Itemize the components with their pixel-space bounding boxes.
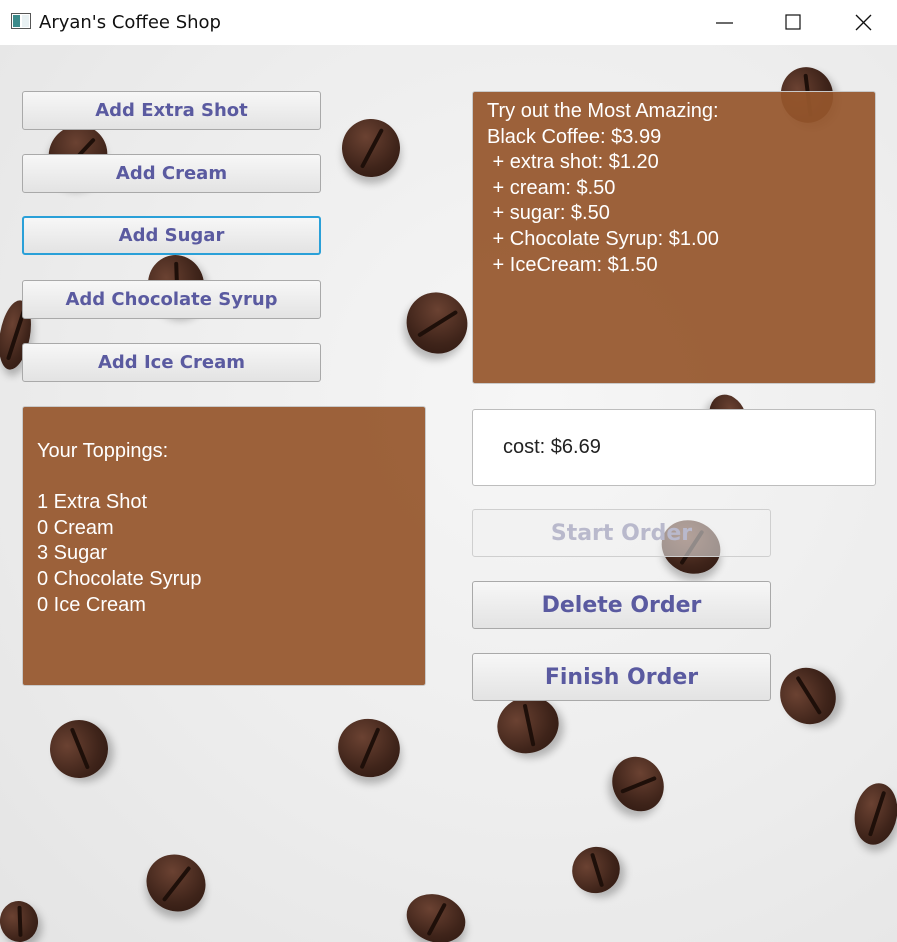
coffee-bean-image xyxy=(333,110,409,186)
menu-panel: Try out the Most Amazing: Black Coffee: … xyxy=(472,91,876,384)
topping-count: 0 Cream xyxy=(37,516,114,539)
coffee-bean-image xyxy=(331,711,407,785)
add-cream-label: Add Cream xyxy=(115,163,228,184)
maximize-icon xyxy=(785,14,801,30)
add-extra-shot-label: Add Extra Shot xyxy=(95,100,248,121)
start-order-label: Start Order xyxy=(550,520,693,546)
topping-count: 0 Ice Cream xyxy=(37,593,146,616)
coffee-bean-image xyxy=(39,709,119,789)
close-button[interactable] xyxy=(829,0,897,45)
delete-order-button[interactable]: Delete Order xyxy=(472,581,771,629)
coffee-bean-image xyxy=(136,843,216,923)
toppings-summary-panel: Your Toppings: 1 Extra Shot 0 Cream 3 Su… xyxy=(22,406,426,686)
finish-order-label: Finish Order xyxy=(544,664,699,690)
coffee-bean-image xyxy=(849,779,897,849)
menu-line: + cream: $.50 xyxy=(487,176,616,199)
cost-text: cost: $6.69 xyxy=(503,436,601,458)
add-cream-button[interactable]: Add Cream xyxy=(22,154,321,193)
maximize-button[interactable] xyxy=(759,0,829,45)
add-sugar-button[interactable]: Add Sugar xyxy=(22,216,321,255)
topping-count: 3 Sugar xyxy=(37,542,108,565)
add-ice-cream-button[interactable]: Add Ice Cream xyxy=(22,343,321,382)
app-icon xyxy=(11,13,31,29)
window-title: Aryan's Coffee Shop xyxy=(39,12,221,33)
add-ice-cream-label: Add Ice Cream xyxy=(97,352,245,373)
cost-display: cost: $6.69 xyxy=(472,409,876,486)
menu-line: Try out the Most Amazing: xyxy=(487,100,719,122)
coffee-bean-image xyxy=(394,279,480,367)
topping-count: 0 Chocolate Syrup xyxy=(37,567,202,590)
minimize-button[interactable] xyxy=(690,0,760,45)
coffee-bean-image xyxy=(768,656,848,736)
coffee-bean-image xyxy=(564,839,628,901)
toppings-heading: Your Toppings: xyxy=(37,440,169,462)
coffee-bean-image xyxy=(399,886,473,942)
coffee-bean-image xyxy=(602,747,674,821)
delete-order-label: Delete Order xyxy=(541,592,702,618)
add-extra-shot-button[interactable]: Add Extra Shot xyxy=(22,91,321,130)
menu-line: + Chocolate Syrup: $1.00 xyxy=(487,227,719,250)
menu-line: + sugar: $.50 xyxy=(487,202,610,225)
app-window: Aryan's Coffee Shop Add Extra Shot Add C… xyxy=(0,0,897,942)
start-order-button[interactable]: Start Order xyxy=(472,509,771,557)
finish-order-button[interactable]: Finish Order xyxy=(472,653,771,701)
menu-line: + IceCream: $1.50 xyxy=(487,253,658,276)
add-sugar-label: Add Sugar xyxy=(118,225,225,246)
title-bar: Aryan's Coffee Shop xyxy=(0,0,897,45)
add-chocolate-syrup-label: Add Chocolate Syrup xyxy=(65,289,278,310)
menu-line: Black Coffee: $3.99 xyxy=(487,125,662,148)
add-chocolate-syrup-button[interactable]: Add Chocolate Syrup xyxy=(22,280,321,319)
coffee-bean-image xyxy=(0,898,42,942)
menu-line: + extra shot: $1.20 xyxy=(487,151,659,174)
topping-count: 1 Extra Shot xyxy=(37,491,148,514)
minimize-icon xyxy=(716,22,733,24)
close-icon xyxy=(855,14,872,31)
